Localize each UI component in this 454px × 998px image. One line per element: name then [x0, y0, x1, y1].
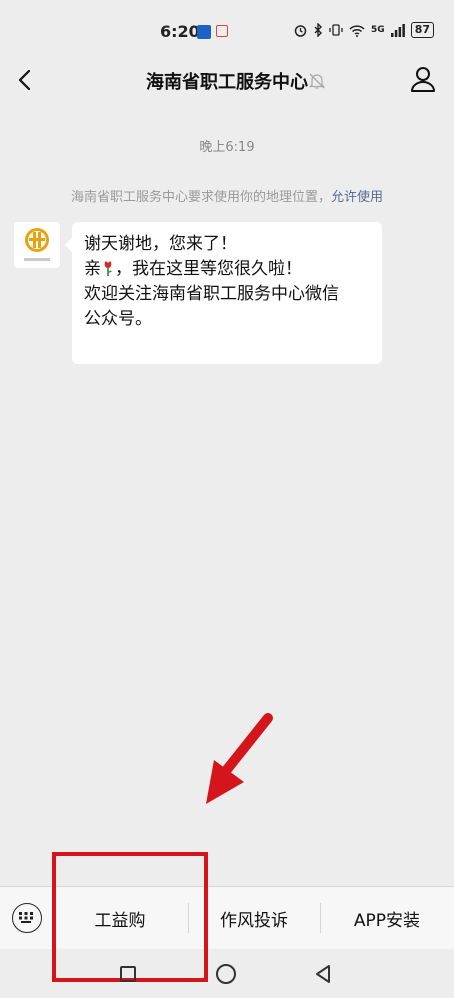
signal-icon	[390, 23, 405, 37]
wifi-icon	[349, 24, 365, 37]
status-time: 6:20	[160, 22, 200, 41]
vibrate-icon	[329, 24, 343, 36]
bluetooth-icon	[314, 23, 323, 37]
profile-icon[interactable]	[408, 64, 438, 94]
message-fragment: ，我在这里等您很久啦！	[115, 259, 302, 279]
location-permission-notice: 海南省职工服务中心要求使用你的地理位置，允许使用	[0, 186, 454, 205]
keyboard-icon[interactable]	[12, 903, 42, 933]
message-line: 欢迎关注海南省职工服务中心微信	[84, 284, 339, 304]
alarm-icon	[294, 24, 307, 37]
app-notification-icon	[197, 25, 211, 39]
nav-back-icon[interactable]	[314, 964, 332, 984]
avatar[interactable]	[14, 222, 60, 268]
recents-button[interactable]	[120, 966, 136, 982]
home-button[interactable]	[216, 964, 236, 984]
calendar-notification-icon	[216, 25, 228, 37]
menu-item-app-install[interactable]: APP安装	[320, 887, 454, 949]
battery-level: 87	[410, 22, 434, 38]
keyboard-glyph-icon	[19, 912, 33, 923]
rose-emoji-icon	[104, 261, 112, 276]
message-fragment: 亲	[84, 259, 101, 279]
message-line: 公众号。	[84, 309, 152, 329]
message-line: 谢天谢地，您来了！	[84, 234, 237, 254]
mute-bell-icon	[308, 73, 326, 89]
status-right-icons: 5G 87	[294, 22, 434, 38]
union-logo-icon	[14, 222, 60, 268]
red-arrow-annotation	[206, 713, 273, 804]
message-timestamp: 晚上6:19	[199, 140, 255, 155]
welcome-message-bubble: 谢天谢地，您来了！ 亲 ，我在这里等您很久啦！ 欢迎关注海南省职工服务中心微信 公…	[65, 222, 382, 364]
chat-header: 海南省职工服务中心	[0, 50, 454, 110]
allow-location-link[interactable]: 允许使用	[331, 190, 383, 205]
chat-title: 海南省职工服务中心	[146, 72, 308, 93]
message-line: 亲 ，我在这里等您很久啦！	[84, 257, 370, 282]
network-label: 5G	[371, 25, 385, 35]
location-permission-text: 海南省职工服务中心要求使用你的地理位置，	[70, 190, 331, 205]
status-bar: 6:20 5G 87	[0, 0, 454, 50]
